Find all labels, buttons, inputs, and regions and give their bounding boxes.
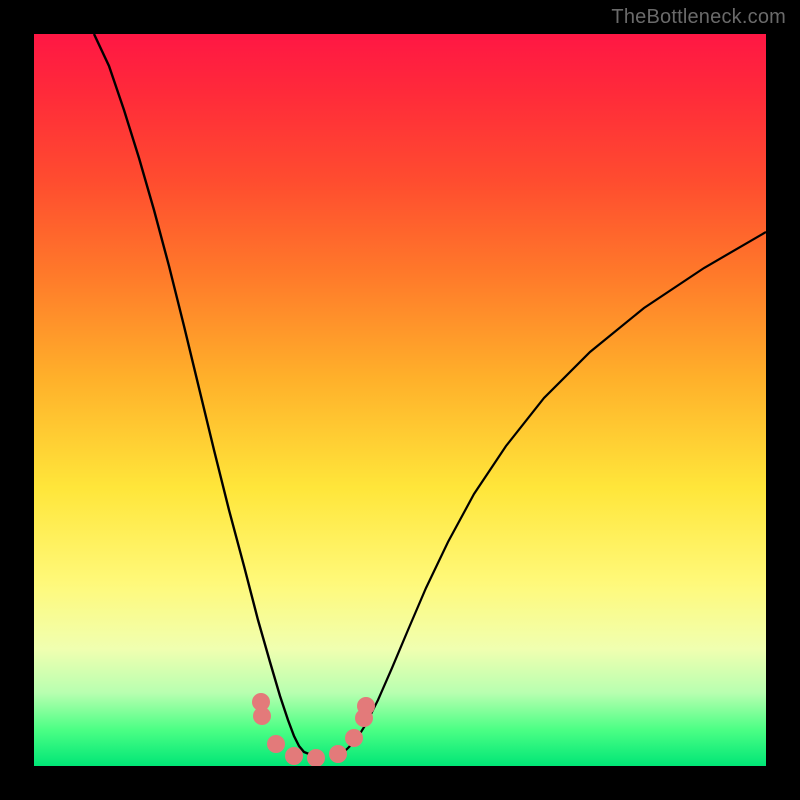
chart-plot-area: [34, 34, 766, 766]
marker-dot: [307, 749, 325, 766]
chart-svg: [34, 34, 766, 766]
marker-dot: [253, 707, 271, 725]
marker-dot: [345, 729, 363, 747]
chart-frame: TheBottleneck.com: [0, 0, 800, 800]
watermark-text: TheBottleneck.com: [611, 6, 786, 29]
marker-dot: [357, 697, 375, 715]
marker-dot: [285, 747, 303, 765]
marker-dot: [329, 745, 347, 763]
marker-dots: [252, 693, 375, 766]
curve-right: [334, 232, 766, 756]
curve-left: [94, 34, 314, 756]
marker-dot: [267, 735, 285, 753]
